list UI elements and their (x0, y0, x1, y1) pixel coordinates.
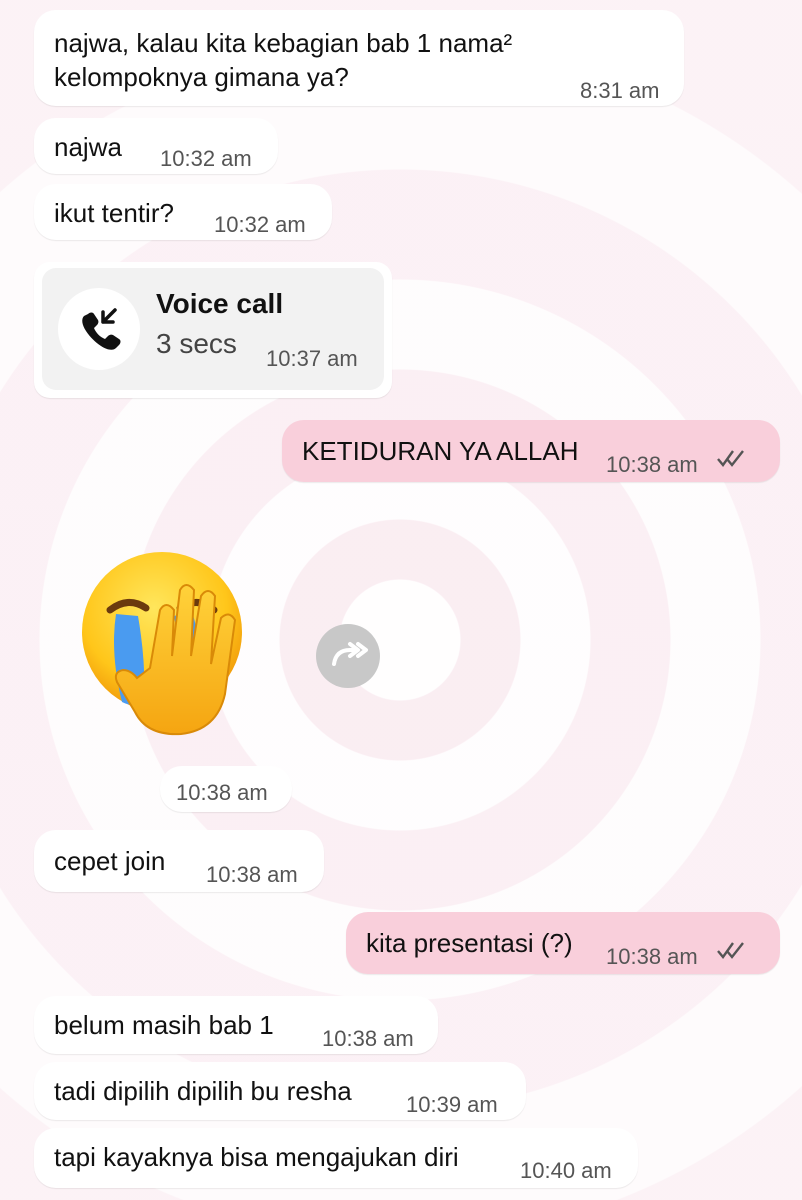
message-time: 10:38 am (322, 1026, 414, 1051)
message-text: belum masih bab 1 (54, 1010, 274, 1040)
message-text: najwa, kalau kita kebagian bab 1 nama² k… (54, 28, 513, 92)
call-duration: 3 secs (156, 328, 237, 359)
message-time: 10:38 am (606, 944, 698, 969)
incoming-message[interactable]: cepet join 10:38 am (34, 830, 324, 892)
message-time: 8:31 am (580, 78, 660, 103)
incoming-message[interactable]: belum masih bab 1 10:38 am (34, 996, 438, 1054)
sticker-time-pill: 10:38 am (160, 766, 292, 812)
message-text: kita presentasi (?) (366, 928, 573, 958)
message-text: ikut tentir? (54, 198, 174, 228)
voice-call-card[interactable]: Voice call 3 secs 10:37 am (42, 268, 384, 390)
outgoing-message[interactable]: kita presentasi (?) 10:38 am (346, 912, 780, 974)
message-text: tapi kayaknya bisa mengajukan diri (54, 1142, 459, 1172)
forward-button[interactable] (316, 624, 380, 688)
message-text: KETIDURAN YA ALLAH (302, 436, 579, 466)
message-text: najwa (54, 132, 122, 162)
message-time: 10:37 am (266, 346, 358, 371)
message-time: 10:38 am (206, 862, 298, 887)
incoming-message[interactable]: ikut tentir? 10:32 am (34, 184, 332, 240)
message-time: 10:40 am (520, 1158, 612, 1183)
call-title: Voice call (156, 288, 284, 319)
incoming-message[interactable]: najwa, kalau kita kebagian bab 1 nama² k… (34, 10, 684, 106)
call-icon-circle (58, 288, 140, 370)
message-time: 10:32 am (160, 146, 252, 171)
message-time: 10:38 am (606, 452, 698, 477)
outgoing-message[interactable]: KETIDURAN YA ALLAH 10:38 am (282, 420, 780, 482)
message-time: 10:32 am (214, 212, 306, 237)
message-text: cepet join (54, 846, 166, 876)
incoming-message[interactable]: tapi kayaknya bisa mengajukan diri 10:40… (34, 1128, 638, 1188)
read-receipt-icon (717, 942, 744, 959)
read-receipt-icon (717, 450, 744, 467)
incoming-call-icon (82, 308, 121, 350)
message-text: tadi dipilih dipilih bu resha (54, 1076, 352, 1106)
forward-icon (332, 642, 368, 666)
crying-face-covering-emoji[interactable] (80, 548, 260, 753)
message-time: 10:38 am (176, 780, 268, 805)
incoming-message[interactable]: tadi dipilih dipilih bu resha 10:39 am (34, 1062, 526, 1120)
incoming-message[interactable]: najwa 10:32 am (34, 118, 278, 174)
message-time: 10:39 am (406, 1092, 498, 1117)
